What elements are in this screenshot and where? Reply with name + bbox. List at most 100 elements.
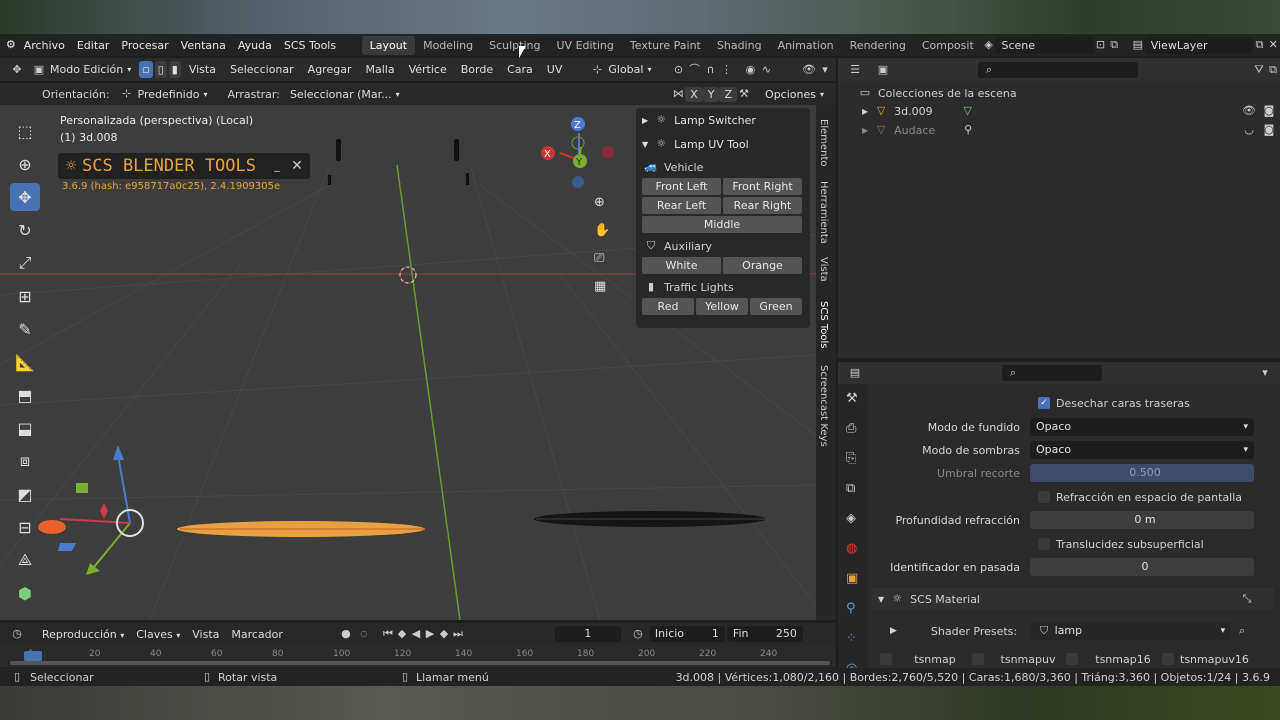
prev-keyframe-icon[interactable]: ◆ <box>395 627 409 641</box>
snap-target-icon[interactable]: ⋮ <box>719 63 733 77</box>
world-tab-icon[interactable]: ◍ <box>846 534 868 564</box>
menu-scs-tools[interactable]: SCS Tools <box>278 39 342 52</box>
rotate-tool-icon[interactable]: ↻ <box>10 216 40 244</box>
tab-herramienta[interactable]: Herramienta <box>818 181 829 244</box>
refraction-depth-field[interactable]: 0 m <box>1030 511 1254 529</box>
annotate-tool-icon[interactable]: ✎ <box>10 315 40 343</box>
edge-select-button[interactable]: ▯ <box>154 61 167 78</box>
measure-tool-icon[interactable]: 📐 <box>10 348 40 376</box>
move-tool-icon[interactable]: ✥ <box>10 183 40 211</box>
menu-vista[interactable]: Vista <box>183 63 222 76</box>
end-frame-field[interactable]: Fin 250 <box>726 626 803 642</box>
menu-editar[interactable]: Editar <box>71 39 116 52</box>
tab-scs-tools[interactable]: SCS Tools <box>818 301 829 349</box>
subsurface-checkbox[interactable] <box>1038 538 1050 550</box>
menu-agregar[interactable]: Agregar <box>302 63 358 76</box>
preset-search-icon[interactable]: ⌕ <box>1235 624 1249 638</box>
shadow-mode-dropdown[interactable]: Opaco ▾ <box>1030 441 1254 459</box>
mirror-icon[interactable]: ⋈ <box>671 87 685 101</box>
workspace-tab-animation[interactable]: Animation <box>770 36 842 55</box>
blender-logo-icon[interactable]: ⚙ <box>4 38 18 52</box>
face-select-button[interactable]: ▮ <box>168 61 181 78</box>
extrude-tool-icon[interactable]: ⬓ <box>10 414 40 442</box>
scale-tool-icon[interactable]: ⤢ <box>10 249 40 277</box>
middle-button[interactable]: Middle <box>642 216 802 233</box>
tsnmap-checkbox[interactable] <box>880 653 892 665</box>
properties-search-input[interactable]: ⌕ <box>1002 365 1102 381</box>
modifier-tab-icon[interactable]: ⚲ <box>846 594 868 624</box>
options-dropdown[interactable]: Opciones ▾ <box>759 86 830 103</box>
menu-uv[interactable]: UV <box>541 63 569 76</box>
workspace-tab-modeling[interactable]: Modeling <box>415 36 481 55</box>
remove-viewlayer-icon[interactable]: ✕ <box>1266 38 1280 52</box>
menu-vista-timeline[interactable]: Vista <box>186 628 225 641</box>
orange-button[interactable]: Orange <box>723 257 802 274</box>
backface-culling-checkbox[interactable]: ✓ <box>1038 397 1050 409</box>
timeline-scrollbar[interactable] <box>10 661 830 665</box>
timeline-ruler[interactable]: 120406080100120140160180200220240 <box>0 645 836 667</box>
transform-tool-icon[interactable]: ⊞ <box>10 282 40 310</box>
current-frame-field[interactable]: 1 <box>554 626 621 642</box>
screen-refraction-row[interactable]: Refracción en espacio de pantalla <box>870 487 1270 507</box>
workspace-tab-uv-editing[interactable]: UV Editing <box>549 36 622 55</box>
add-cube-tool-icon[interactable]: ⬒ <box>10 381 40 409</box>
scene-collection-row[interactable]: ▭ Colecciones de la escena <box>858 86 1017 100</box>
menu-cara[interactable]: Cara <box>501 63 539 76</box>
timeline-editor-icon[interactable]: ◷ <box>10 627 24 641</box>
tool-tab-icon[interactable]: ⚒ <box>846 384 868 414</box>
jump-end-icon[interactable]: ⏭ <box>451 627 465 641</box>
lamp-switcher-header[interactable]: ▶ ☼ Lamp Switcher <box>636 108 810 132</box>
menu-marcador[interactable]: Marcador <box>225 628 289 641</box>
screen-refraction-checkbox[interactable] <box>1038 491 1050 503</box>
snap-icon[interactable]: ⌒ <box>687 63 701 77</box>
workspace-tab-rendering[interactable]: Rendering <box>842 36 914 55</box>
eye-closed-icon[interactable]: ◡ <box>1242 123 1256 137</box>
knife-tool-icon[interactable]: ⟁ <box>10 546 40 574</box>
menu-ayuda[interactable]: Ayuda <box>232 39 278 52</box>
lamp-uv-tool-header[interactable]: ▼ ☼ Lamp UV Tool <box>636 132 810 156</box>
menu-ventana[interactable]: Ventana <box>175 39 232 52</box>
proportional-edit-icon[interactable]: ◉ <box>743 63 757 77</box>
shader-presets-expand-icon[interactable]: ▶ <box>890 626 897 636</box>
tab-elemento[interactable]: Elemento <box>818 119 829 167</box>
play-icon[interactable]: ▶ <box>423 627 437 641</box>
rear-left-button[interactable]: Rear Left <box>642 197 721 214</box>
front-left-button[interactable]: Front Left <box>642 178 721 195</box>
pan-hand-icon[interactable]: ✋ <box>594 223 616 251</box>
tsnmap16-checkbox[interactable] <box>1066 653 1078 665</box>
render-tab-icon[interactable]: ⎙ <box>846 414 868 444</box>
scs-material-header[interactable]: ▼ ☼ SCS Material ⤡ <box>872 588 1274 610</box>
clip-threshold-slider[interactable]: 0.500 <box>1030 464 1254 482</box>
front-right-button[interactable]: Front Right <box>723 178 802 195</box>
new-scene-icon[interactable]: ⧉ <box>1107 38 1121 52</box>
workspace-tab-sculpting[interactable]: Sculpting <box>481 36 548 55</box>
subsurface-row[interactable]: Translucidez subsuperficial <box>870 534 1270 554</box>
eye-icon[interactable]: 👁 <box>1242 104 1256 118</box>
axis-y-toggle[interactable]: Y <box>702 86 720 102</box>
outliner-item-3d009[interactable]: ▶ ▽ 3d.009 ▽ 👁 ◙ <box>862 104 1276 118</box>
workspace-tab-shading[interactable]: Shading <box>709 36 770 55</box>
magnet-icon[interactable]: ∩ <box>703 63 717 77</box>
viewlayer-selector[interactable]: ViewLayer <box>1144 36 1253 54</box>
ortho-grid-icon[interactable]: ▦ <box>594 279 616 307</box>
start-frame-field[interactable]: Inicio 1 <box>648 626 725 642</box>
menu-archivo[interactable]: Archivo <box>18 39 71 52</box>
record-icon[interactable]: ● <box>339 627 353 641</box>
axis-z-toggle[interactable]: Z <box>719 86 738 102</box>
navigation-gizmo[interactable]: Z X Y <box>541 117 614 188</box>
menu-procesar[interactable]: Procesar <box>115 39 174 52</box>
select-box-tool-icon[interactable]: ⬚ <box>10 117 40 145</box>
workspace-tab-layout[interactable]: Layout <box>361 35 416 55</box>
falloff-icon[interactable]: ∿ <box>759 63 773 77</box>
menu-seleccionar[interactable]: Seleccionar <box>224 63 300 76</box>
camera-render-icon[interactable]: ◙ <box>1262 123 1276 137</box>
keying-dropdown-icon[interactable]: ◌ <box>357 627 371 641</box>
outliner-item-audace[interactable]: ▶ ▽ Audace ⚲ ◡ ◙ <box>862 123 1276 137</box>
scene-selector[interactable]: Scene <box>995 36 1094 54</box>
menu-reproduccion[interactable]: Reproducción ▾ <box>36 628 130 641</box>
menu-malla[interactable]: Malla <box>359 63 400 76</box>
bevel-tool-icon[interactable]: ◩ <box>10 480 40 508</box>
3d-cursor-icon[interactable] <box>399 266 417 284</box>
scene-tab-icon[interactable]: ◈ <box>846 504 868 534</box>
display-mode-icon[interactable]: ▣ <box>876 63 890 77</box>
